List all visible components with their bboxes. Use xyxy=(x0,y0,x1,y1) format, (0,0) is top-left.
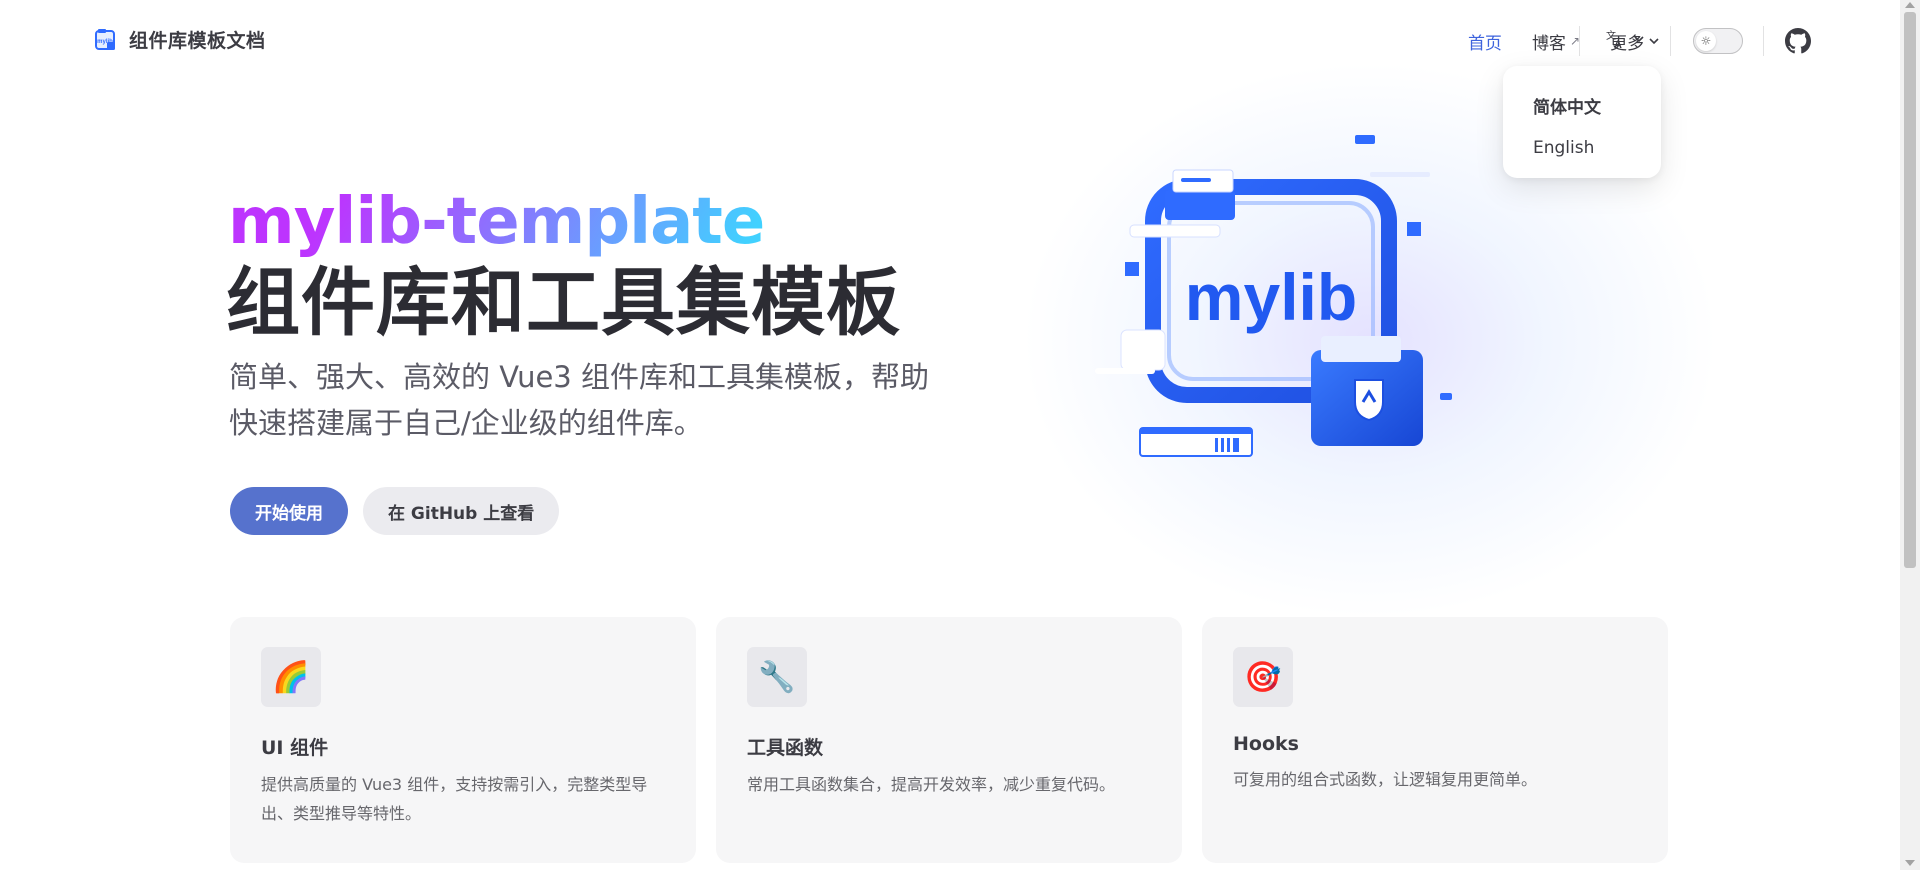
scroll-up-arrow[interactable] xyxy=(1905,2,1915,8)
feature-title: Hooks xyxy=(1233,733,1299,755)
chevron-down-icon xyxy=(1649,38,1659,45)
hero-actions: 开始使用 在 GitHub 上查看 xyxy=(230,487,560,535)
site-title: 组件库模板文档 xyxy=(129,30,266,52)
illustration-logo-text: mylib xyxy=(1185,260,1357,334)
feature-title: 工具函数 xyxy=(747,737,824,759)
brand-link[interactable]: mylib 组件库模板文档 xyxy=(93,26,266,53)
language-option-zh[interactable]: 简体中文 xyxy=(1533,88,1661,128)
feature-card: 🌈 UI 组件 提供高质量的 Vue3 组件，支持按需引入，完整类型导出、类型推… xyxy=(230,617,696,863)
hero-illustration: mylib xyxy=(1095,135,1452,457)
hero-text: 组件库和工具集模板 xyxy=(226,260,901,346)
page-scrollbar[interactable] xyxy=(1900,0,1920,870)
feature-details: 常用工具函数集合，提高开发效率，减少重复代码。 xyxy=(747,775,1116,794)
svg-text:A: A xyxy=(1614,39,1622,50)
logo-icon: mylib xyxy=(95,28,115,50)
nav-divider xyxy=(1763,26,1764,56)
github-link[interactable] xyxy=(1785,28,1811,54)
language-menu: 简体中文 English xyxy=(1503,66,1661,178)
nav-link-home[interactable]: 首页 xyxy=(1468,29,1502,54)
feature-title: UI 组件 xyxy=(261,737,329,759)
nav-divider xyxy=(1670,26,1671,56)
rainbow-icon: 🌈 xyxy=(261,647,321,707)
nav-link-label: 博客 xyxy=(1531,33,1566,54)
feature-details: 提供高质量的 Vue3 组件，支持按需引入，完整类型导出、类型推导等特性。 xyxy=(261,775,648,823)
nav-link-blog[interactable]: 博客 ↗ xyxy=(1532,29,1580,54)
github-icon xyxy=(1785,28,1811,54)
hero-tagline-line: 简单、强大、高效的 Vue3 组件库和工具集模板，帮助 xyxy=(229,360,929,394)
theme-toggle[interactable]: ☼ xyxy=(1693,28,1743,54)
hero-name: mylib-template xyxy=(228,182,765,262)
get-started-button[interactable]: 开始使用 xyxy=(230,487,348,535)
wrench-icon: 🔧 xyxy=(747,647,807,707)
page: mylib 组件库模板文档 首页 博客 ↗ 更多 文 A ☼ 简体中文 Engl… xyxy=(0,0,1920,870)
language-switcher[interactable]: 文 A xyxy=(1605,28,1645,50)
sun-icon: ☼ xyxy=(1696,31,1716,51)
features: 🌈 UI 组件 提供高质量的 Vue3 组件，支持按需引入，完整类型导出、类型推… xyxy=(230,617,1668,863)
feature-details: 可复用的组合式函数，让逻辑复用更简单。 xyxy=(1233,770,1538,789)
hero-tagline: 简单、强大、高效的 Vue3 组件库和工具集模板，帮助 快速搭建属于自己/企业级… xyxy=(229,354,969,446)
target-icon: 🎯 xyxy=(1233,647,1293,707)
nav-divider xyxy=(1579,26,1580,56)
chevron-down-icon xyxy=(1634,36,1644,43)
scroll-down-arrow[interactable] xyxy=(1905,860,1915,866)
language-option-en[interactable]: English xyxy=(1533,128,1661,168)
nav-link-label: 首页 xyxy=(1467,33,1502,54)
hero-tagline-line: 快速搭建属于自己/企业级的组件库。 xyxy=(229,406,703,440)
feature-card: 🔧 工具函数 常用工具函数集合，提高开发效率，减少重复代码。 xyxy=(716,617,1182,863)
feature-card: 🎯 Hooks 可复用的组合式函数，让逻辑复用更简单。 xyxy=(1202,617,1668,863)
view-on-github-button[interactable]: 在 GitHub 上查看 xyxy=(363,487,560,535)
scrollbar-thumb[interactable] xyxy=(1904,12,1916,568)
translate-icon: 文 A xyxy=(1606,29,1622,50)
